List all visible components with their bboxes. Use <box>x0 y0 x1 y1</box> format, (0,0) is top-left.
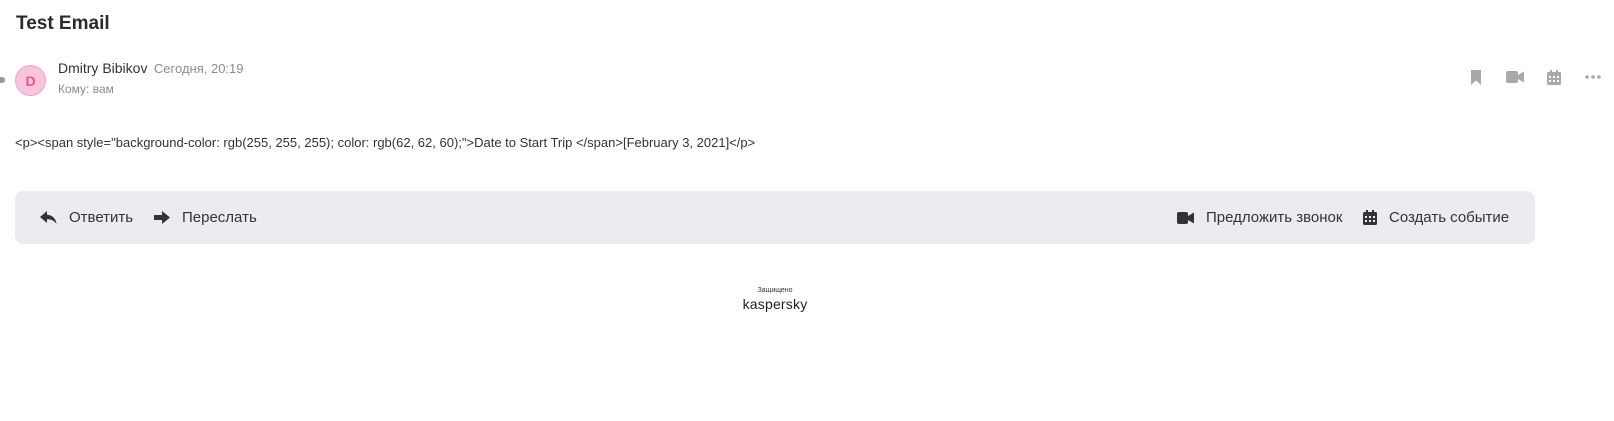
action-bar: Ответить Переслать Предложить звонок Соз… <box>15 191 1535 244</box>
message-view: Test Email D Dmitry Bibikov Сегодня, 20:… <box>0 0 1614 421</box>
forward-icon <box>154 211 170 224</box>
propose-call-label: Предложить звонок <box>1206 209 1343 226</box>
message-body: <p><span style="background-color: rgb(25… <box>15 135 756 150</box>
message-date: Сегодня, 20:19 <box>153 61 244 76</box>
kaspersky-badge[interactable]: Защищено kaspersky <box>740 287 810 313</box>
sender-name[interactable]: Dmitry Bibikov <box>58 60 147 76</box>
video-call-button[interactable] <box>1503 68 1526 86</box>
sender-avatar[interactable]: D <box>15 65 46 96</box>
calendar-icon <box>1363 210 1377 225</box>
calendar-icon <box>1546 69 1561 85</box>
reply-label: Ответить <box>69 209 134 226</box>
protected-label: Защищено <box>757 287 793 294</box>
bookmark-icon <box>1470 69 1481 85</box>
avatar-letter: D <box>25 72 36 89</box>
reply-icon <box>40 211 57 224</box>
reply-button[interactable]: Ответить <box>40 191 133 244</box>
create-event-label: Создать событие <box>1389 209 1510 226</box>
video-camera-icon <box>1505 71 1524 83</box>
kaspersky-logo: kaspersky <box>742 296 808 312</box>
sender-line: Dmitry Bibikov Сегодня, 20:19 <box>58 60 244 78</box>
unread-indicator <box>0 77 5 83</box>
propose-call-button[interactable]: Предложить звонок <box>1177 191 1342 244</box>
forward-label: Переслать <box>182 209 257 226</box>
forward-button[interactable]: Переслать <box>154 191 257 244</box>
more-button[interactable] <box>1581 68 1604 86</box>
recipient-line: Кому: вам <box>58 82 114 96</box>
message-subject: Test Email <box>16 13 110 34</box>
create-event-button[interactable]: Создать событие <box>1363 191 1509 244</box>
more-icon <box>1584 75 1601 79</box>
header-actions <box>1464 68 1604 86</box>
bookmark-button[interactable] <box>1464 68 1487 86</box>
video-camera-icon <box>1177 211 1194 224</box>
calendar-button[interactable] <box>1542 68 1565 86</box>
